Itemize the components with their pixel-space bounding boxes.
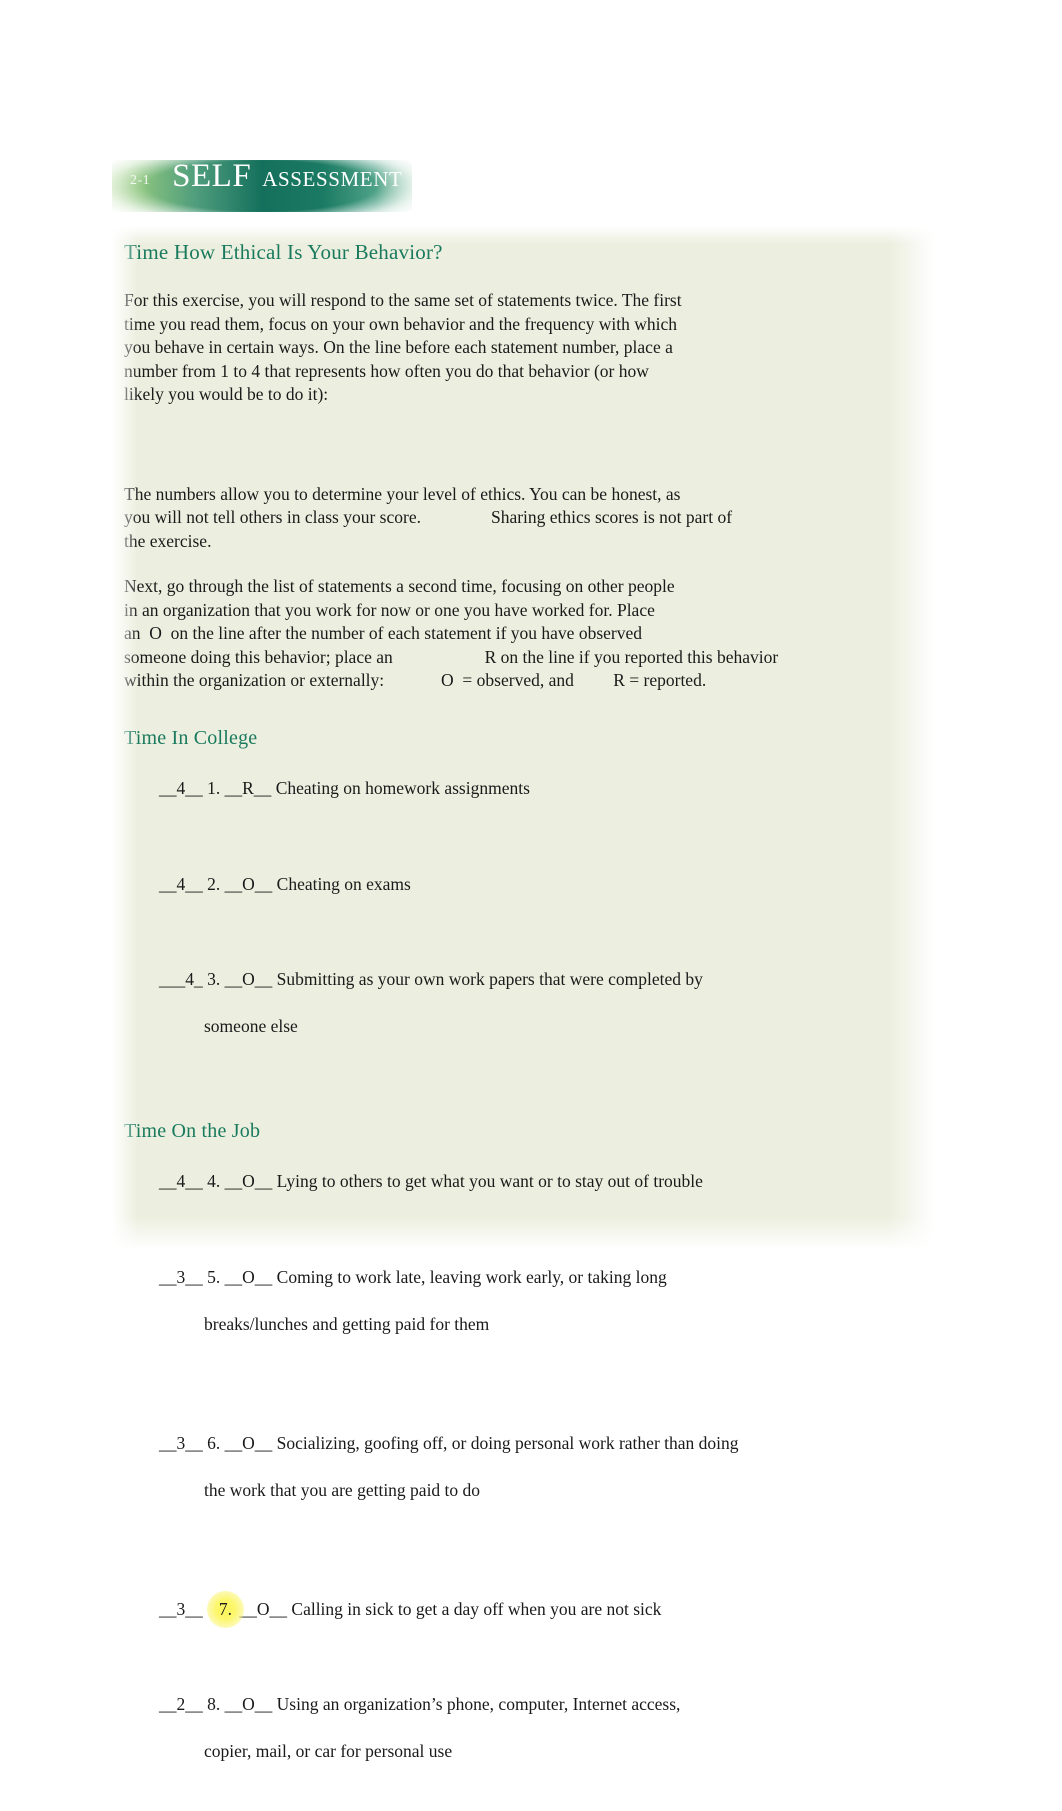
statement-number: 8. — [207, 1694, 221, 1714]
banner-title-self: SELF — [172, 158, 252, 194]
content-body: Time How Ethical Is Your Behavior? For t… — [124, 240, 925, 1811]
statement-code-blank[interactable]: __O__ — [239, 1599, 287, 1619]
section-spacer-1 — [124, 693, 925, 727]
instructions-paragraph-1: For this exercise, you will respond to t… — [124, 290, 682, 404]
statement-rating-blank[interactable]: __4__ — [159, 1171, 203, 1191]
statement-item: __4__ 4. __O__ Lying to others to get wh… — [124, 1147, 925, 1218]
statement-item-highlighted: __3__ 7. __O__ Calling in sick to get a … — [124, 1574, 925, 1645]
statement-item: __3__ 6. __O__ Socializing, goofing off,… — [124, 1408, 925, 1549]
statement-code-blank[interactable]: __R__ — [225, 778, 272, 798]
statement-item: __2__ 8. __O__ Using an organization’s p… — [124, 1670, 925, 1811]
statement-code-blank[interactable]: __O__ — [225, 969, 273, 989]
statement-rating-blank[interactable]: __3__ — [159, 1267, 203, 1287]
statement-text: Using an organization’s phone, computer,… — [276, 1694, 681, 1714]
instructions-paragraph-2: The numbers allow you to determine your … — [124, 483, 733, 551]
statement-item: __4__ 1. __R__ Cheating on homework assi… — [124, 754, 925, 825]
statement-text: Coming to work late, leaving work early,… — [276, 1266, 667, 1287]
statement-text: Calling in sick to get a day off when yo… — [291, 1598, 662, 1619]
highlight-marker: 7. — [206, 1590, 245, 1628]
statement-text: Lying to others to get what you want or … — [276, 1171, 703, 1191]
banner-title-assessment: ASSESSMENT — [262, 167, 403, 191]
statement-rating-blank[interactable]: __4__ — [159, 874, 203, 894]
statement-item: __3__ 5. __O__ Coming to work late, leav… — [124, 1242, 925, 1383]
panel-edge-fade-bottom — [112, 1216, 935, 1250]
statement-item: ___4_ 3. __O__ Submitting as your own wo… — [124, 945, 925, 1086]
statement-item: __4__ 2. __O__ Cheating on exams — [124, 849, 925, 920]
panel-edge-fade-right — [889, 226, 935, 1250]
subsection-heading-job: Time On the Job — [124, 1119, 261, 1142]
statement-number: 3. — [207, 969, 221, 989]
instructions-paragraph-3: Next, go through the list of statements … — [124, 576, 779, 690]
statement-rating-blank[interactable]: __4__ — [159, 778, 203, 798]
rating-scale-spacer — [124, 407, 925, 483]
statement-text: Cheating on exams — [276, 873, 411, 894]
statement-rating-blank[interactable]: ___4_ — [159, 969, 203, 989]
content-panel: Time How Ethical Is Your Behavior? For t… — [112, 226, 935, 1761]
panel-edge-fade-top — [112, 226, 935, 244]
statement-rating-blank[interactable]: __3__ — [159, 1433, 203, 1453]
statement-code-blank[interactable]: __O__ — [225, 1694, 273, 1714]
statement-text: Cheating on homework assignments — [275, 778, 530, 798]
statement-code-blank[interactable]: __O__ — [225, 874, 273, 894]
statement-number: 6. — [207, 1432, 221, 1453]
statement-number: 2. — [207, 873, 221, 894]
statement-text-continuation: someone else — [204, 1016, 298, 1036]
statement-text-continuation: breaks/lunches and getting paid for them — [204, 1313, 490, 1334]
banner-text-group: 2-1 SELF ASSESSMENT — [112, 160, 412, 212]
statement-number: 7. — [218, 1598, 232, 1619]
banner-exercise-number: 2-1 — [130, 173, 151, 188]
statement-list-college: __4__ 1. __R__ Cheating on homework assi… — [124, 754, 925, 1086]
statement-number: 1. — [207, 778, 221, 798]
subsection-heading-college: Time In College — [124, 726, 258, 749]
statement-number: 5. — [207, 1266, 221, 1287]
statement-number: 4. — [207, 1171, 221, 1191]
statement-rating-blank[interactable]: __3__ — [159, 1599, 207, 1619]
self-assessment-banner: 2-1 SELF ASSESSMENT — [98, 152, 426, 220]
statement-code-blank[interactable]: __O__ — [225, 1171, 273, 1191]
section-spacer-2 — [124, 1086, 925, 1120]
statement-code-blank[interactable]: __O__ — [225, 1267, 273, 1287]
statement-text-continuation: the work that you are getting paid to do — [204, 1479, 481, 1500]
statement-text: Socializing, goofing off, or doing perso… — [276, 1432, 739, 1453]
statement-text-continuation: copier, mail, or car for personal use — [204, 1741, 453, 1761]
statement-code-blank[interactable]: __O__ — [225, 1433, 273, 1453]
statement-text: Submitting as your own work papers that … — [276, 969, 703, 989]
panel-edge-fade-left — [112, 226, 138, 1250]
statement-rating-blank[interactable]: __2__ — [159, 1694, 203, 1714]
